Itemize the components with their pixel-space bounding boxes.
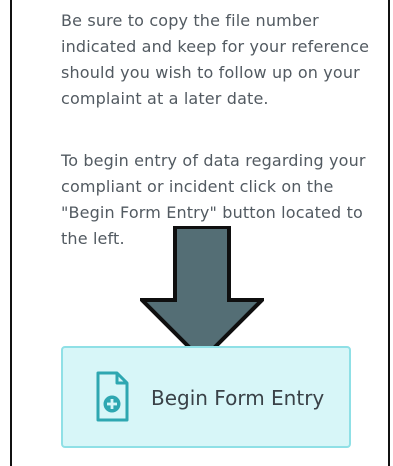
right-border-line [388, 0, 390, 466]
left-border-line [10, 0, 12, 466]
instructions-panel: Be sure to copy the file number indicate… [0, 0, 393, 466]
instruction-paragraph-file-number: Be sure to copy the file number indicate… [61, 11, 370, 108]
begin-form-entry-label: Begin Form Entry [151, 386, 325, 410]
down-arrow-icon [140, 226, 264, 362]
add-document-icon [96, 371, 129, 422]
begin-form-entry-button[interactable]: Begin Form Entry [61, 346, 351, 448]
